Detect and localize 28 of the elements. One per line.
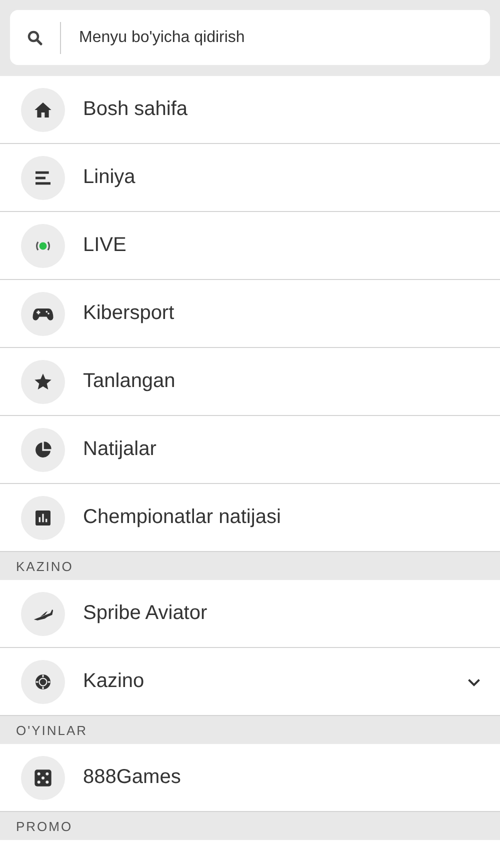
menu-item[interactable]: Kibersport	[0, 280, 500, 348]
menu-item[interactable]: Spribe Aviator	[0, 580, 500, 648]
menu-label: LIVE	[83, 234, 128, 257]
menu-label: Bosh sahifa	[83, 98, 189, 121]
menu-item[interactable]: LIVE	[0, 212, 500, 280]
search-icon	[26, 28, 44, 46]
section-header: PROMO	[0, 812, 500, 840]
menu-label: Spribe Aviator	[83, 602, 208, 625]
section-header: KAZINO	[0, 552, 500, 580]
bar-chart-icon	[33, 508, 53, 528]
menu-label: 888Games	[83, 766, 182, 789]
pie-chart-icon	[33, 440, 53, 460]
menu-label: Kazino	[83, 670, 146, 693]
section-header: O'YINLAR	[0, 716, 500, 744]
menu-label: Kibersport	[83, 302, 176, 325]
menu-label: Tanlangan	[83, 370, 176, 393]
menu-item[interactable]: Tanlangan	[0, 348, 500, 416]
star-icon	[33, 372, 53, 392]
menu-item[interactable]: Liniya	[0, 144, 500, 212]
menu-item[interactable]: Natijalar	[0, 416, 500, 484]
dice-icon	[33, 768, 53, 788]
menu-label: Chempionatlar natijasi	[83, 506, 282, 529]
search-bar[interactable]: Menyu bo'yicha qidirish	[10, 10, 490, 65]
menu-label: Liniya	[83, 166, 136, 189]
home-icon	[33, 100, 53, 120]
casino-chip-icon	[34, 672, 52, 690]
menu-item[interactable]: Bosh sahifa	[0, 76, 500, 144]
menu-label: Natijalar	[83, 438, 158, 461]
